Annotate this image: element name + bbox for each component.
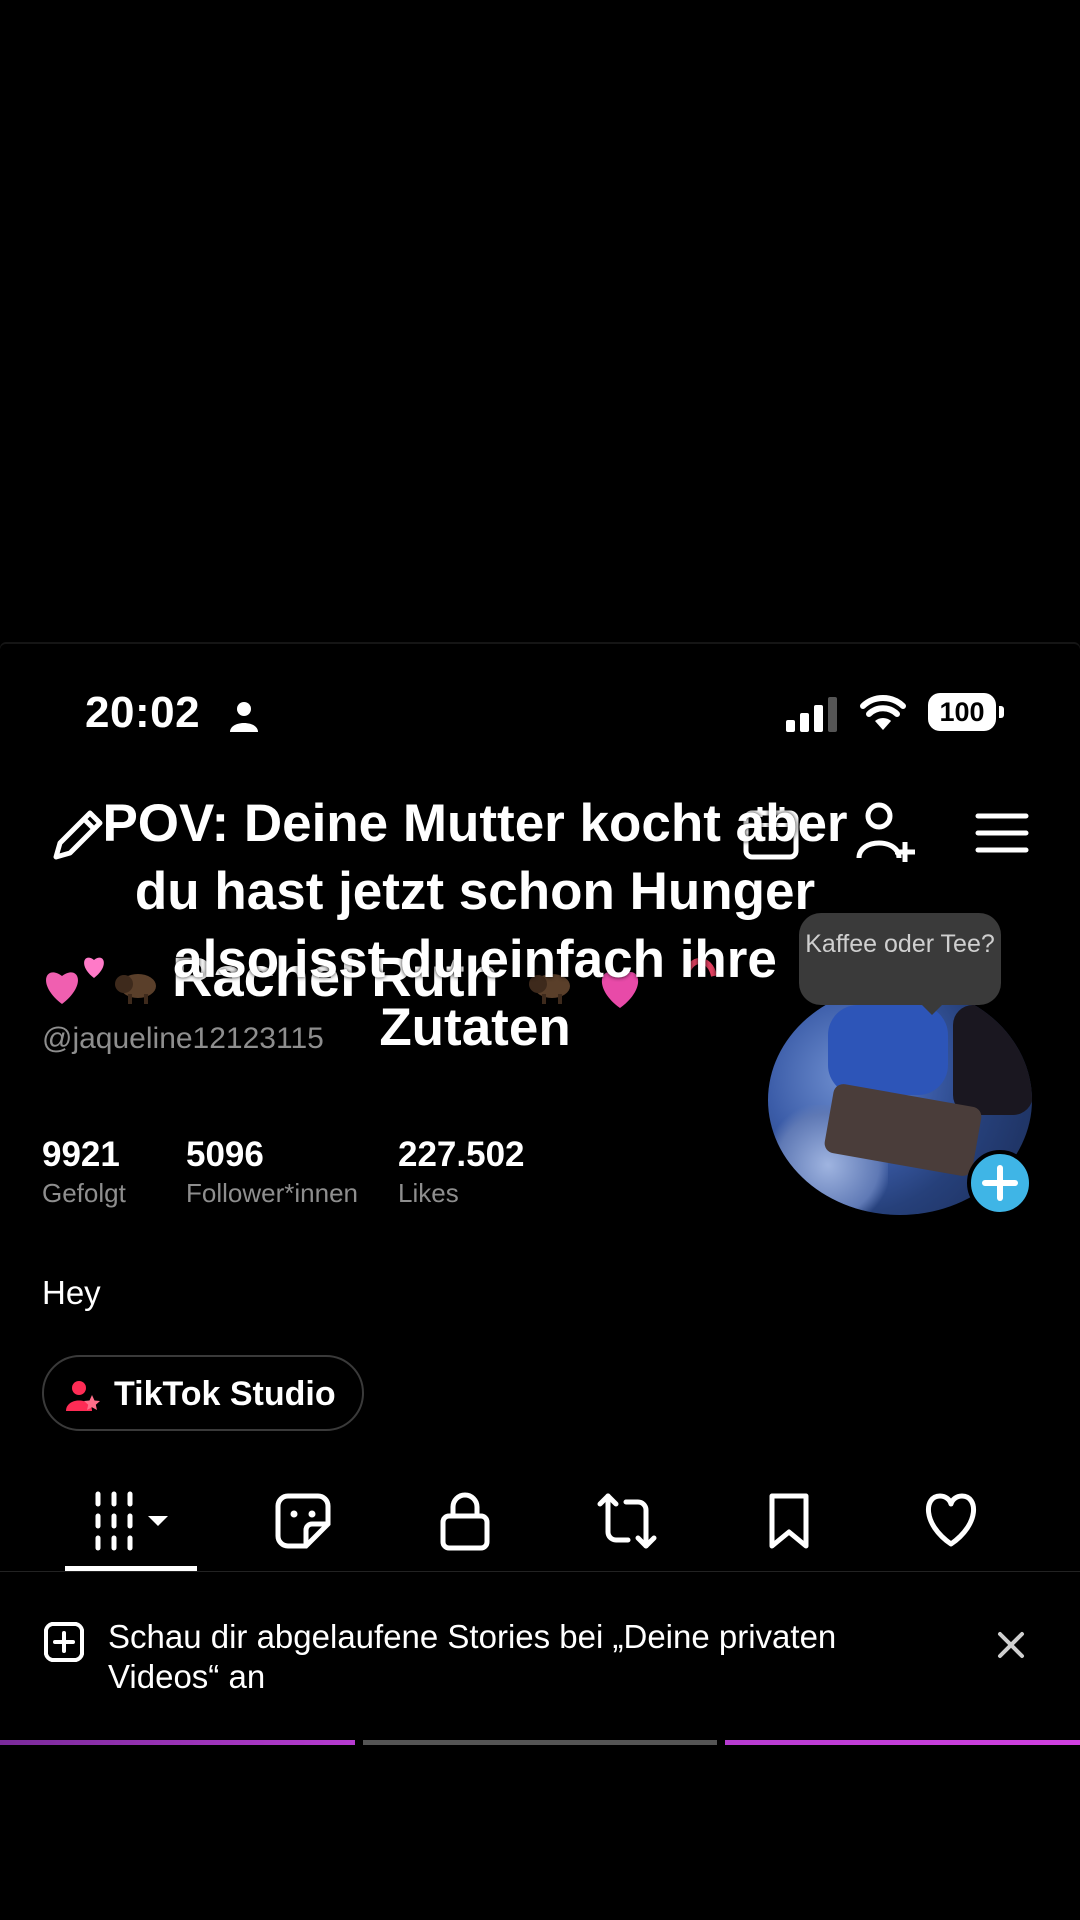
cellular-signal-icon <box>786 696 842 732</box>
battery-indicator: 100 <box>928 693 1004 733</box>
tab-saved-bookmark-icon[interactable] <box>758 1490 820 1552</box>
wifi-icon <box>860 692 906 732</box>
tiktok-studio-label: TikTok Studio <box>114 1375 336 1413</box>
following-label: Gefolgt <box>42 1178 126 1208</box>
story-sparkle-icon <box>42 1620 86 1664</box>
status-time: 20:02 <box>85 688 201 737</box>
tab-stickers-icon[interactable] <box>272 1490 334 1552</box>
add-story-button[interactable] <box>967 1150 1033 1216</box>
progress-segment-1 <box>0 1740 355 1745</box>
studio-person-star-icon <box>66 1379 100 1413</box>
tab-repost-icon[interactable] <box>596 1490 658 1552</box>
likes-label: Likes <box>398 1178 459 1208</box>
followers-count[interactable]: 5096 <box>186 1135 264 1175</box>
person-icon <box>228 700 260 732</box>
expired-stories-notice: Schau dir abgelaufene Stories bei „Deine… <box>108 1618 837 1695</box>
tiktok-studio-button[interactable]: TikTok Studio <box>42 1355 364 1431</box>
progress-segment-2 <box>362 1740 718 1745</box>
close-icon[interactable] <box>996 1630 1026 1660</box>
battery-level: 100 <box>928 693 996 731</box>
video-caption-overlay: POV: Deine Mutter kocht aber du hast jet… <box>102 794 848 1057</box>
tab-divider <box>0 1571 1080 1572</box>
battery-tip <box>999 706 1004 718</box>
tab-liked-heart-icon[interactable] <box>920 1490 982 1552</box>
tab-private-lock-icon[interactable] <box>434 1490 496 1552</box>
progress-segment-3 <box>725 1740 1080 1745</box>
avatar-note-bubble-tail <box>920 1003 944 1015</box>
likes-count[interactable]: 227.502 <box>398 1135 525 1175</box>
followers-label: Follower*innen <box>186 1178 358 1208</box>
tab-videos-grid-icon[interactable] <box>92 1490 176 1552</box>
following-count[interactable]: 9921 <box>42 1135 120 1175</box>
profile-bio: Hey <box>42 1274 101 1311</box>
video-progress-bar <box>0 1740 1080 1745</box>
avatar-photo-shadow <box>953 1005 1032 1115</box>
hamburger-menu-icon[interactable] <box>975 808 1029 858</box>
